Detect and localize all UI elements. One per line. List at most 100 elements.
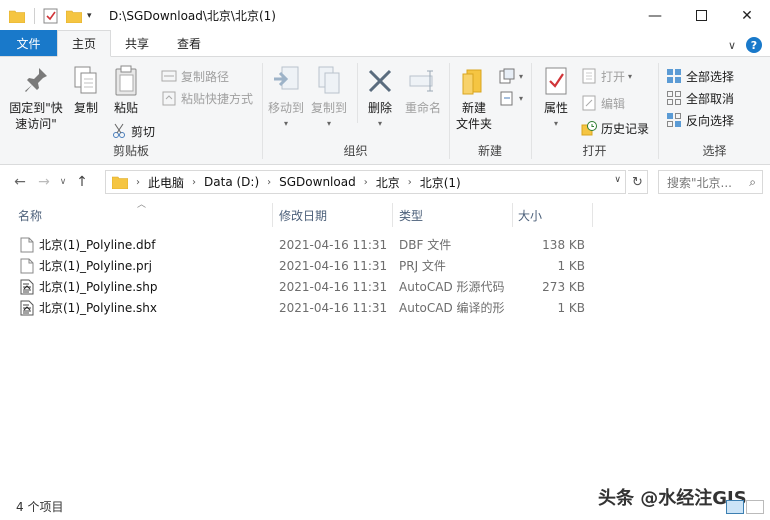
large-icons-view-icon[interactable] bbox=[746, 500, 764, 514]
back-arrow-icon[interactable]: ← bbox=[8, 170, 32, 194]
minimize-button[interactable]: — bbox=[632, 0, 678, 31]
column-header-type[interactable]: 类型 bbox=[399, 201, 423, 229]
paste-shortcut-button[interactable]: 粘贴快捷方式 bbox=[160, 88, 253, 108]
file-row[interactable]: 北京(1)_Polyline.shp 2021-04-16 11:31 Auto… bbox=[16, 276, 596, 297]
new-group-label: 新建 bbox=[477, 144, 502, 158]
copy-path-button[interactable]: 复制路径 bbox=[160, 66, 229, 86]
dropdown-arrow-icon: ▾ bbox=[628, 71, 633, 81]
file-size: 1 KB bbox=[557, 258, 585, 273]
up-arrow-icon[interactable]: ↑ bbox=[70, 170, 94, 194]
breadcrumb-beijing-1[interactable]: 北京(1) bbox=[416, 174, 465, 191]
easy-access-button[interactable]: ▾ bbox=[498, 88, 523, 108]
select-all-button[interactable]: 全部选择 bbox=[665, 66, 734, 86]
breadcrumb-this-pc[interactable]: 此电脑 bbox=[144, 174, 188, 191]
properties-label: 属性 bbox=[543, 101, 568, 115]
pin-label: 固定到"快速访问" bbox=[9, 101, 63, 131]
rename-button[interactable]: 重命名 bbox=[400, 64, 446, 116]
tab-file[interactable]: 文件 bbox=[0, 30, 57, 56]
file-name: 北京(1)_Polyline.dbf bbox=[39, 238, 156, 252]
paste-button[interactable]: 粘贴 bbox=[108, 64, 144, 116]
copy-button[interactable]: 复制 bbox=[68, 64, 104, 116]
select-none-button[interactable]: 全部取消 bbox=[665, 88, 734, 108]
file-row[interactable]: 北京(1)_Polyline.dbf 2021-04-16 11:31 DBF … bbox=[16, 234, 596, 255]
invert-selection-label: 反向选择 bbox=[686, 113, 735, 128]
open-icon bbox=[580, 68, 598, 84]
copy-to-button[interactable]: 复制到 ▾ bbox=[309, 64, 349, 132]
chevron-right-icon[interactable]: › bbox=[360, 177, 372, 188]
folder-icon[interactable] bbox=[8, 7, 26, 25]
pin-quick-access-button[interactable]: 固定到"快速访问" bbox=[6, 64, 66, 132]
column-header-name[interactable]: 名称 bbox=[18, 201, 42, 229]
open-group-label: 打开 bbox=[582, 144, 607, 158]
delete-x-icon bbox=[364, 64, 396, 98]
column-divider[interactable] bbox=[272, 203, 273, 227]
properties-check-icon[interactable] bbox=[41, 7, 59, 25]
blank-file-icon bbox=[20, 237, 34, 252]
breadcrumb-sgdownload[interactable]: SGDownload bbox=[275, 175, 360, 189]
new-item-button[interactable]: ▾ bbox=[498, 66, 523, 86]
tab-share[interactable]: 共享 bbox=[111, 30, 163, 56]
group-divider bbox=[357, 63, 358, 123]
tab-home[interactable]: 主页 bbox=[57, 30, 112, 57]
autocad-shape-file-icon bbox=[20, 279, 34, 294]
navigation-bar: ← → ∨ ↑ › 此电脑 › Data (D:) › SGDownload ›… bbox=[0, 168, 770, 196]
tab-view[interactable]: 查看 bbox=[163, 30, 215, 56]
edit-label: 编辑 bbox=[601, 96, 626, 111]
select-group: 全部选择 全部取消 反向选择 选择 bbox=[659, 60, 770, 162]
invert-selection-button[interactable]: 反向选择 bbox=[665, 110, 734, 130]
details-view-icon[interactable] bbox=[726, 500, 744, 514]
edit-button[interactable]: 编辑 bbox=[580, 93, 625, 113]
breadcrumb-drive[interactable]: Data (D:) bbox=[200, 175, 263, 189]
column-header-date[interactable]: 修改日期 bbox=[279, 201, 327, 229]
address-history-dropdown[interactable]: ∨ bbox=[614, 175, 621, 185]
file-name-cell: 北京(1)_Polyline.prj bbox=[20, 257, 152, 274]
delete-button[interactable]: 删除 ▾ bbox=[362, 64, 398, 132]
chevron-right-icon[interactable]: › bbox=[263, 177, 275, 188]
copy-to-label: 复制到 bbox=[310, 101, 347, 115]
close-button[interactable]: ✕ bbox=[724, 0, 770, 31]
copy-path-label: 复制路径 bbox=[181, 69, 230, 84]
new-folder-button[interactable]: 新建 文件夹 bbox=[452, 64, 496, 132]
new-folder-icon bbox=[458, 64, 490, 98]
delete-label: 删除 bbox=[367, 101, 392, 115]
customize-toolbar-dropdown[interactable]: ▾ bbox=[87, 11, 99, 21]
column-header-size[interactable]: 大小 bbox=[518, 201, 542, 229]
move-to-button[interactable]: 移动到 ▾ bbox=[265, 64, 307, 132]
move-to-label: 移动到 bbox=[267, 101, 304, 115]
file-row[interactable]: 北京(1)_Polyline.prj 2021-04-16 11:31 PRJ … bbox=[16, 255, 596, 276]
open-button[interactable]: 打开 ▾ bbox=[580, 66, 632, 86]
file-row[interactable]: 北京(1)_Polyline.shx 2021-04-16 11:31 Auto… bbox=[16, 297, 596, 318]
search-input[interactable]: 搜索"北京... ⌕ bbox=[658, 170, 763, 194]
column-divider[interactable] bbox=[392, 203, 393, 227]
copy-to-icon bbox=[313, 64, 345, 98]
cut-button[interactable]: 剪切 bbox=[110, 121, 155, 141]
address-bar[interactable]: › 此电脑 › Data (D:) › SGDownload › 北京 › 北京… bbox=[105, 170, 626, 194]
history-button[interactable]: 历史记录 bbox=[580, 118, 649, 138]
file-type: AutoCAD 编译的形 bbox=[399, 301, 505, 315]
blank-file-icon bbox=[20, 258, 34, 273]
dropdown-arrow-icon: ▾ bbox=[519, 71, 524, 81]
refresh-icon[interactable]: ↻ bbox=[628, 170, 648, 194]
help-icon[interactable]: ? bbox=[746, 37, 762, 53]
column-divider[interactable] bbox=[592, 203, 593, 227]
rename-label: 重命名 bbox=[404, 101, 441, 115]
clipboard-group: 固定到"快速访问" 复制 粘贴 复制路径 粘贴快捷方式 剪切 剪贴板 bbox=[0, 60, 262, 162]
pin-icon bbox=[20, 64, 52, 98]
new-folder-label-line1: 新建 bbox=[461, 101, 486, 115]
maximize-button[interactable] bbox=[678, 0, 724, 31]
new-folder-icon[interactable] bbox=[65, 7, 83, 25]
column-divider[interactable] bbox=[512, 203, 513, 227]
chevron-right-icon[interactable]: › bbox=[404, 177, 416, 188]
file-type: PRJ 文件 bbox=[399, 259, 446, 273]
item-count: 4 个项目 bbox=[16, 500, 64, 514]
properties-button[interactable]: 属性 ▾ bbox=[536, 64, 576, 132]
new-folder-label-line2: 文件夹 bbox=[455, 117, 492, 131]
chevron-right-icon[interactable]: › bbox=[188, 177, 200, 188]
window-title: D:\SGDownload\北京\北京(1) bbox=[109, 9, 276, 23]
forward-arrow-icon[interactable]: → bbox=[32, 170, 56, 194]
expand-ribbon-icon[interactable]: ∨ bbox=[728, 39, 736, 52]
recent-locations-dropdown[interactable]: ∨ bbox=[56, 170, 70, 194]
ribbon-options: ∨ ? bbox=[728, 37, 762, 53]
breadcrumb-beijing[interactable]: 北京 bbox=[372, 174, 404, 191]
title-bar: ▾ D:\SGDownload\北京\北京(1) — ✕ bbox=[0, 0, 770, 31]
